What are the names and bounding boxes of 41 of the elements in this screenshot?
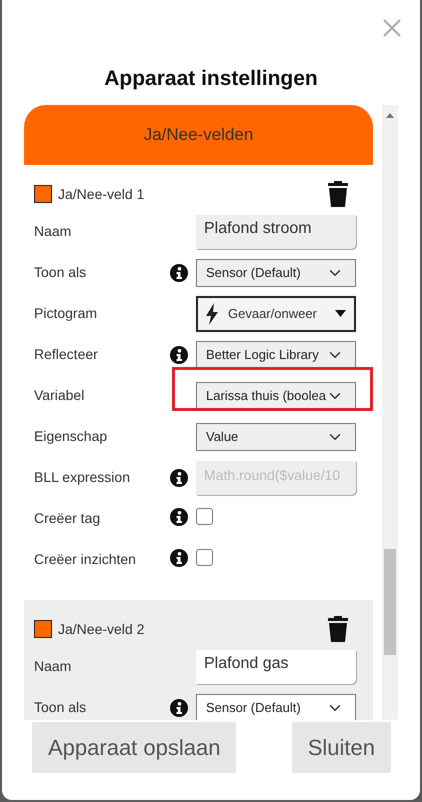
field-title: Ja/Nee-veld 1 [58, 184, 144, 204]
lightning-icon [206, 302, 218, 325]
scroll-up-icon[interactable] [386, 113, 394, 118]
select-dropdown[interactable]: Better Logic Library [196, 340, 356, 369]
trash-icon[interactable] [327, 616, 349, 642]
info-icon[interactable] [170, 698, 188, 717]
color-swatch[interactable] [34, 620, 52, 638]
select-dropdown[interactable]: Value [196, 422, 356, 451]
modal-title: Apparaat instellingen [104, 66, 318, 92]
color-swatch[interactable] [34, 185, 52, 204]
field-label: Naam [34, 657, 72, 676]
scroll-thumb[interactable] [384, 549, 396, 656]
text-input[interactable]: Plafond gas [196, 650, 356, 684]
caret-icon [335, 310, 346, 318]
field-label: Creëer inzichten [34, 550, 137, 570]
info-icon[interactable] [170, 264, 188, 282]
field-label: Pictogram [34, 304, 98, 324]
scrollbar[interactable] [382, 105, 398, 720]
select-dropdown[interactable]: Larissa thuis (boolea [196, 382, 356, 410]
info-icon[interactable] [170, 549, 188, 568]
field-label: Creëer tag [34, 509, 102, 528]
select-dropdown[interactable]: Sensor (Default) [196, 258, 356, 287]
modal-button[interactable]: Apparaat opslaan [32, 722, 236, 774]
field-label: Toon als [34, 698, 88, 718]
field-label: Naam [34, 222, 72, 242]
icon-picker[interactable]: Gevaar/onweer [196, 296, 356, 332]
select-dropdown[interactable]: Sensor (Default) [196, 694, 356, 720]
info-icon[interactable] [170, 508, 188, 526]
field-label: BLL expression [34, 468, 131, 488]
field-label: Reflecteer [34, 345, 99, 364]
field-label: Variabel [34, 386, 86, 406]
field-label: Eigenschap [34, 427, 108, 446]
field-title: Ja/Nee-veld 2 [58, 620, 144, 639]
modal-button[interactable]: Sluiten [292, 722, 391, 774]
trash-icon[interactable] [327, 181, 349, 208]
text-input[interactable]: Plafond stroom [196, 214, 356, 249]
section-header: Ja/Nee-velden [24, 105, 373, 166]
info-icon[interactable] [170, 346, 188, 364]
checkbox[interactable] [196, 549, 213, 566]
checkbox[interactable] [196, 508, 213, 526]
field-label: Toon als [34, 263, 88, 282]
